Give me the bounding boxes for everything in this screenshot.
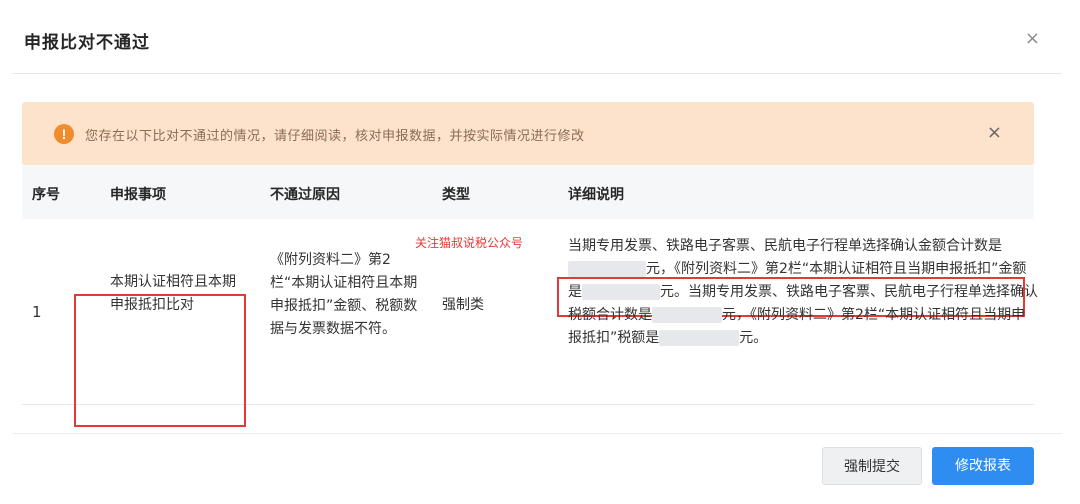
header-type: 类型 (442, 187, 470, 203)
watermark-text: 关注猫叔说税公众号 (415, 236, 524, 250)
redacted-amount (568, 261, 646, 277)
detail-part-5: 元。 (739, 330, 768, 346)
table-row: 1 本期认证相符且本期申报抵扣比对 《附列资料二》第2栏“本期认证相符且本期申报… (22, 219, 1038, 427)
edit-report-button[interactable]: 修改报表 (932, 447, 1034, 485)
compare-result-table: 序号 申报事项 不通过原因 类型 详细说明 1 本期认证相符且本期申报抵扣比对 … (22, 165, 1038, 427)
alert-close-icon[interactable]: × (987, 122, 1002, 143)
redacted-amount (582, 284, 660, 300)
compare-failed-dialog: 申报比对不通过 × ! 您存在以下比对不通过的情况，请仔细阅读，核对申报数据，并… (0, 0, 1080, 504)
redacted-amount (652, 307, 722, 323)
row-type: 强制类 (442, 297, 484, 313)
dialog-header: 申报比对不通过 × (12, 0, 1062, 74)
header-detail: 详细说明 (568, 187, 624, 203)
detail-part-1: 当期专用发票、铁路电子客票、民航电子行程单选择确认金额合计数是 (568, 238, 1002, 254)
row-detail: 当期专用发票、铁路电子客票、民航电子行程单选择确认金额合计数是元，《附列资料二》… (568, 235, 1038, 350)
table-header-row: 序号 申报事项 不通过原因 类型 详细说明 (22, 165, 1034, 219)
force-submit-button[interactable]: 强制提交 (822, 447, 922, 485)
alert-message: 您存在以下比对不通过的情况，请仔细阅读，核对申报数据，并按实际情况进行修改 (85, 129, 585, 144)
close-icon[interactable]: × (1025, 30, 1040, 48)
row-reason: 《附列资料二》第2栏“本期认证相符且本期申报抵扣”金额、税额数据与发票数据不符。 (270, 252, 418, 337)
row-no: 1 (32, 303, 42, 321)
header-item: 申报事项 (110, 187, 166, 203)
warning-alert: ! 您存在以下比对不通过的情况，请仔细阅读，核对申报数据，并按实际情况进行修改 … (22, 102, 1034, 165)
footer-divider (12, 433, 1062, 434)
dialog-title: 申报比对不通过 (24, 33, 150, 53)
header-reason: 不通过原因 (270, 187, 340, 203)
redacted-amount (659, 330, 740, 346)
header-no: 序号 (32, 187, 60, 203)
warning-icon: ! (54, 124, 74, 144)
row-item: 本期认证相符且本期申报抵扣比对 (110, 274, 236, 313)
